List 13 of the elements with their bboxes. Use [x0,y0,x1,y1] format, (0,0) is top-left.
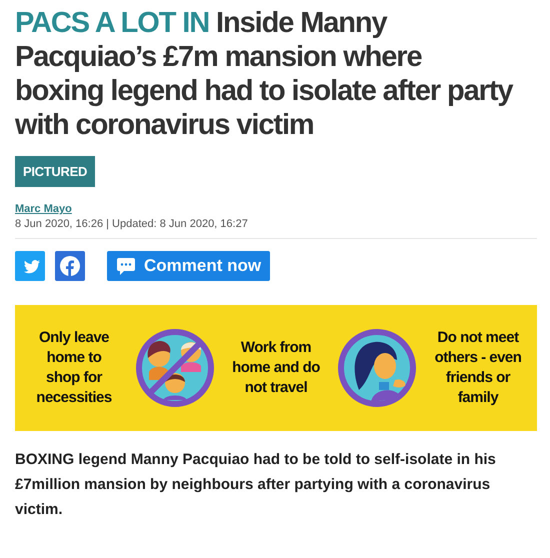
author-link[interactable]: Marc Mayo [15,203,72,215]
topic-tag: PICTURED [15,156,96,187]
advice-text: Only leave home to shop for necessities [35,328,113,408]
advice-text: Work from home and do not travel [231,338,321,398]
facebook-icon [60,256,80,276]
facebook-button[interactable] [55,251,85,281]
comment-button[interactable]: Comment now [107,251,270,281]
publish-date: 8 Jun 2020, 16:26 | Updated: 8 Jun 2020, 16:27 [15,218,249,230]
lead-paragraph: BOXING legend Manny Pacquiao had to be told to self-isolate in his £7million mansion by neighbours after partying with a coronavirus victim. [15,450,497,520]
advice-text: Do not meet others - even friends or family [434,328,522,408]
twitter-button[interactable] [15,251,45,281]
speech-bubble-icon [116,256,136,276]
headline: PACS A LOT IN Inside Manny Pacquiao’s £7m mansion where boxing legend had to isolate after party with coronavirus victim [15,6,514,142]
